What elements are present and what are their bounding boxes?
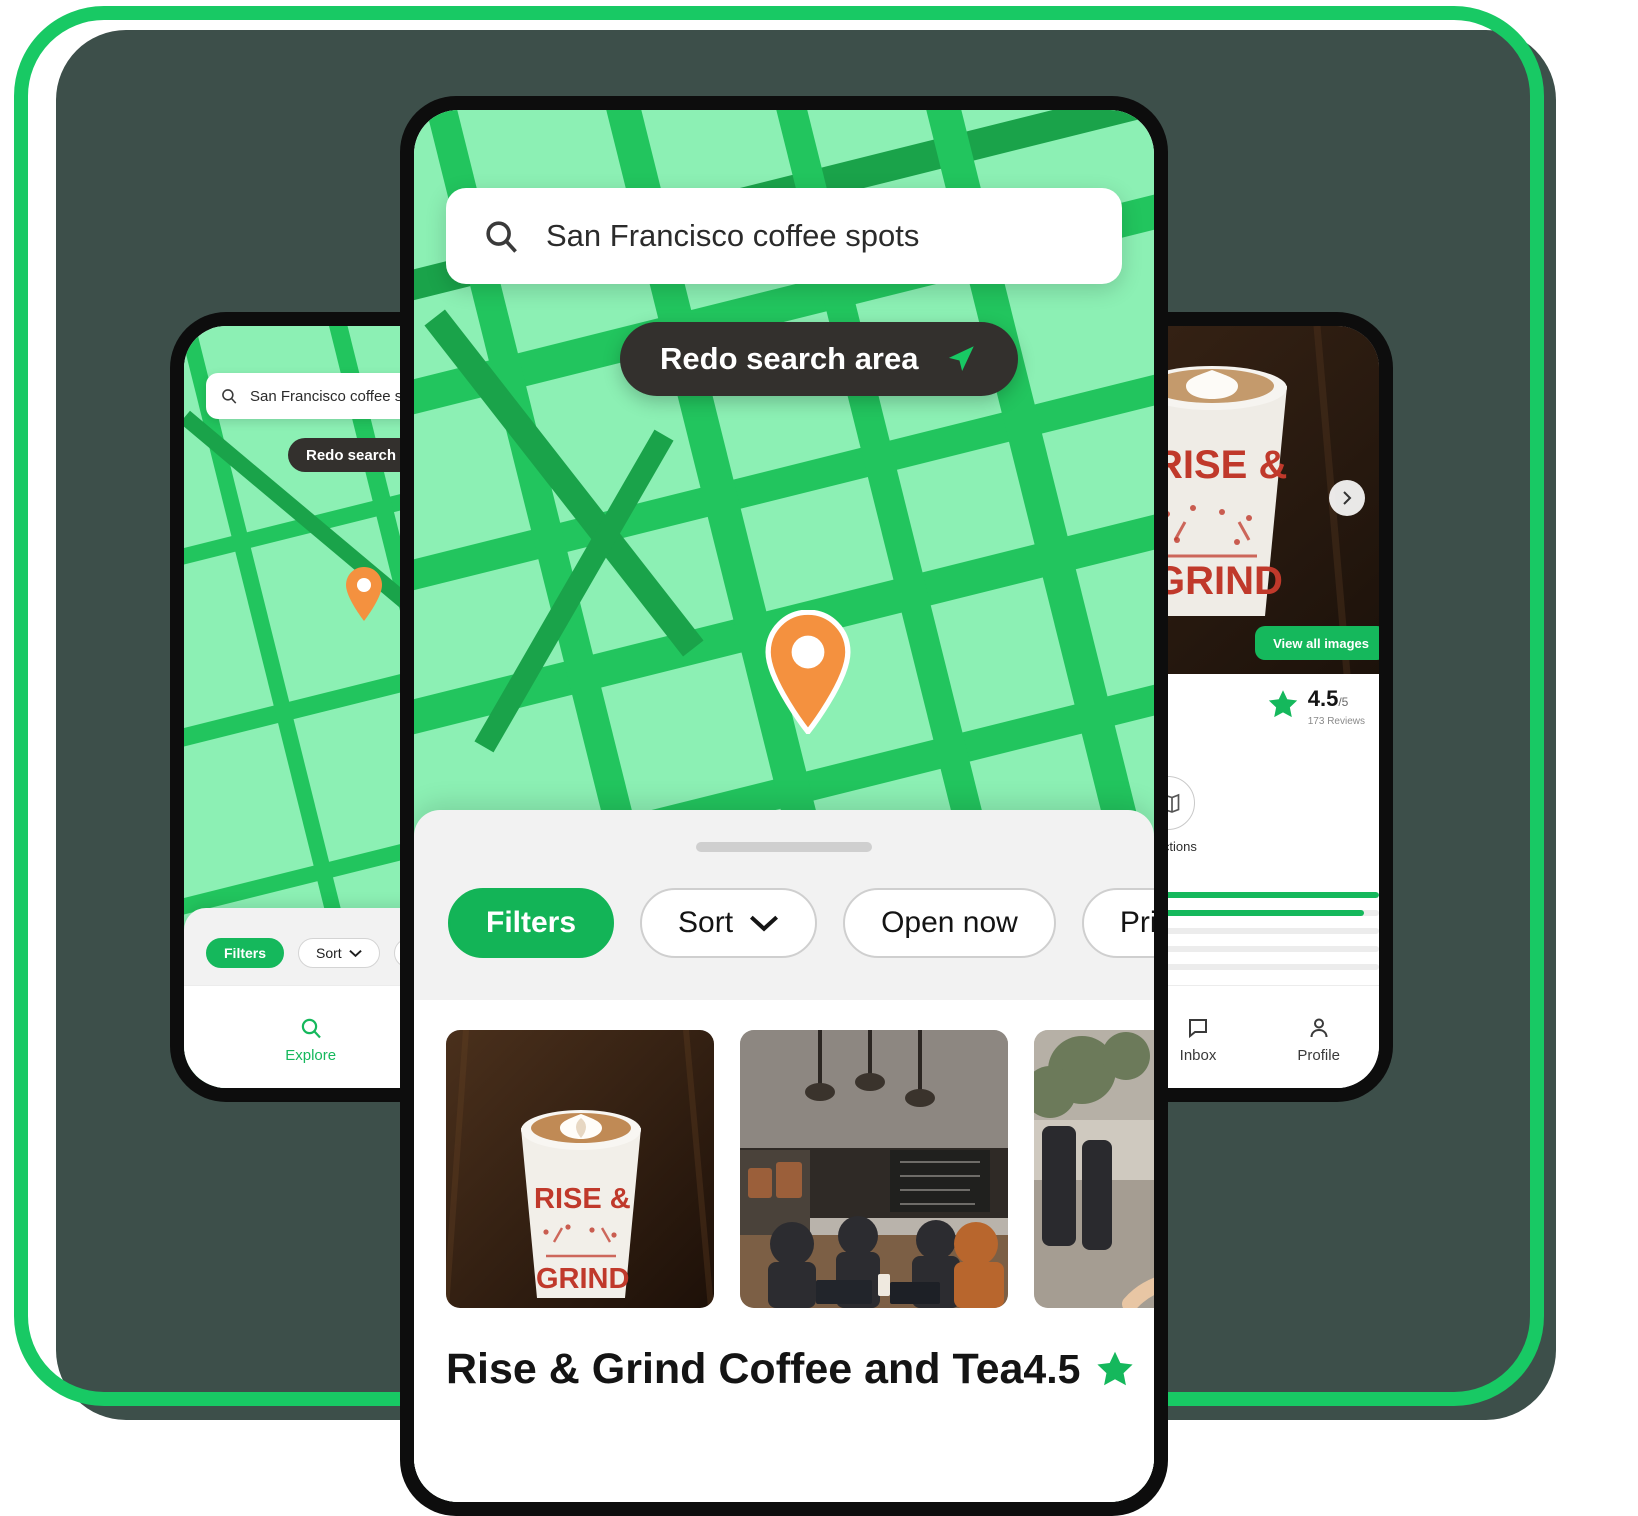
sheet-grabber-center[interactable] [696, 842, 872, 852]
search-icon [220, 387, 238, 405]
map-pin-left[interactable] [344, 566, 384, 622]
result-card-center: RISE & GRIND Rise & Grind Coffee and Tea… [414, 1000, 1154, 1502]
svg-text:GRIND: GRIND [536, 1263, 629, 1295]
chevron-down-icon [749, 914, 779, 933]
chip-filters-label-left: Filters [224, 945, 267, 961]
chip-price-center[interactable]: Price [1081, 888, 1154, 958]
nav-label-explore-left: Explore [285, 1047, 337, 1064]
phone-center: San Francisco coffee spots Redo search a… [400, 96, 1168, 1516]
bottom-sheet-center[interactable]: Filters Sort Open now Price [414, 810, 1154, 1502]
review-count: 173 Reviews [1307, 716, 1365, 727]
nav-label-profile-right: Profile [1297, 1047, 1340, 1064]
chip-open-now-center[interactable]: Open now [843, 888, 1056, 958]
gallery-image-cafe-interior[interactable] [740, 1030, 1008, 1308]
svg-text:RISE &: RISE & [1154, 443, 1287, 487]
search-input-value-center: San Francisco coffee spots [546, 218, 920, 253]
chip-filters-label-center: Filters [486, 906, 577, 939]
navigate-arrow-icon [944, 342, 978, 376]
person-icon [1307, 1016, 1331, 1040]
svg-text:GRIND: GRIND [1154, 559, 1283, 603]
star-icon [1094, 1349, 1136, 1390]
chip-sort-label-center: Sort [678, 906, 734, 939]
chip-filters-center[interactable]: Filters [448, 888, 615, 958]
filter-chip-row-center: Filters Sort Open now Price [448, 888, 1154, 958]
nav-item-profile-right[interactable]: Profile [1258, 1016, 1379, 1064]
gallery-image-latte[interactable]: RISE & GRIND [446, 1030, 714, 1308]
chip-sort-left[interactable]: Sort [298, 938, 380, 968]
chip-sort-label-left: Sort [316, 945, 342, 961]
search-bar-center[interactable]: San Francisco coffee spots [446, 188, 1122, 284]
chip-price-label-center: Price [1119, 906, 1154, 939]
chip-filters-left[interactable]: Filters [206, 938, 285, 968]
search-icon [482, 217, 520, 255]
composition-stage: San Francisco coffee spots Redo search a… [0, 0, 1638, 1516]
star-icon [1266, 688, 1300, 721]
phone-center-screen: San Francisco coffee spots Redo search a… [414, 110, 1154, 1502]
redo-search-button-center[interactable]: Redo search area [620, 322, 1019, 396]
next-image-button[interactable] [1329, 480, 1365, 516]
result-rating-value: 4.5 [1023, 1346, 1081, 1392]
view-all-images-label: View all images [1273, 635, 1369, 651]
result-rating: 4.5 [1023, 1346, 1136, 1393]
view-all-images-button[interactable]: View all images [1255, 626, 1379, 660]
chevron-down-icon [348, 949, 362, 958]
nav-label-inbox-right: Inbox [1179, 1047, 1217, 1064]
gallery-image-iced-coffee[interactable]: COFF [1034, 1030, 1154, 1308]
redo-search-label-center: Redo search area [660, 341, 919, 376]
search-icon [299, 1016, 323, 1040]
chip-sort-center[interactable]: Sort [640, 888, 818, 958]
chevron-right-icon [1341, 490, 1353, 506]
chat-icon [1186, 1016, 1210, 1040]
map-pin-center[interactable] [762, 610, 854, 734]
place-rating: 4.5/5 173 Reviews [1266, 688, 1365, 727]
rating-denominator: /5 [1338, 695, 1349, 709]
svg-text:RISE &: RISE & [534, 1183, 631, 1215]
result-gallery: RISE & GRIND [446, 1030, 1154, 1308]
result-title-row: Rise & Grind Coffee and Tea 4.5 [446, 1345, 1134, 1394]
rating-value: 4.5 [1307, 686, 1339, 711]
result-title: Rise & Grind Coffee and Tea [446, 1345, 1024, 1393]
chip-open-now-label-center: Open now [881, 906, 1018, 939]
